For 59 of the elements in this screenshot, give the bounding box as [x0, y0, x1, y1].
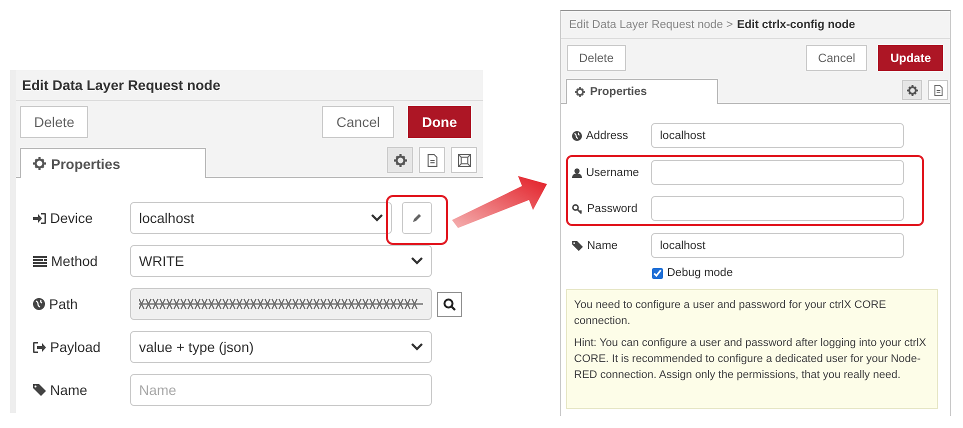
tag-icon	[33, 384, 46, 396]
globe-icon	[572, 130, 582, 140]
field-label: Name	[50, 382, 88, 398]
select-field[interactable]: WRITE	[130, 245, 432, 277]
gear-icon	[33, 157, 46, 170]
dialog-button[interactable]: Delete	[20, 106, 88, 138]
chevron-down-icon	[371, 214, 383, 222]
globe-icon	[33, 298, 45, 310]
primary-button[interactable]: Update	[878, 45, 943, 71]
dialog-title: Edit ctrlx-config node	[736, 18, 856, 30]
frame-icon	[458, 154, 470, 166]
field-label: Device	[50, 210, 93, 226]
select-field[interactable]: value + type (json)	[130, 331, 432, 363]
chevron-down-icon	[411, 343, 423, 351]
input-field[interactable]: localhost	[651, 233, 904, 258]
field-label: Name	[587, 240, 618, 252]
primary-button[interactable]: Done	[408, 106, 471, 138]
sign-out-icon	[33, 342, 46, 352]
edit-button[interactable]	[402, 202, 432, 234]
search-icon	[443, 298, 456, 310]
debug-checkbox[interactable]	[652, 268, 663, 278]
chevron-down-icon	[411, 257, 423, 265]
properties-tab[interactable]: Properties	[566, 79, 718, 104]
input-field[interactable]: localhost	[651, 123, 904, 148]
select-field[interactable]: localhost	[130, 202, 392, 234]
input-field[interactable]	[651, 160, 904, 185]
pencil-icon	[412, 213, 422, 223]
properties-tab[interactable]: Properties	[20, 148, 206, 178]
description-button[interactable]	[419, 147, 445, 173]
tag-icon	[572, 240, 583, 250]
field-label: Password	[587, 202, 638, 214]
path-field[interactable]	[130, 288, 432, 320]
gear-icon	[394, 154, 406, 166]
gear-icon	[575, 87, 585, 97]
hint-text: Hint: You can configure a user and password after logging into your ctrlX CORE. It is recommended to configure a dedicated user for your Node-RED connection. Assign only the permissions, that you really need.	[574, 336, 928, 383]
gear-icon	[906, 84, 918, 96]
appearance-button[interactable]	[451, 147, 477, 173]
settings-button[interactable]	[387, 147, 413, 173]
key-icon	[572, 204, 583, 214]
dialog-button[interactable]: Cancel	[806, 45, 868, 71]
sign-in-icon	[33, 212, 46, 224]
field-label: Payload	[50, 339, 101, 355]
input-field[interactable]	[651, 196, 904, 221]
settings-button[interactable]	[902, 80, 922, 100]
document-icon	[932, 84, 944, 96]
search-button[interactable]	[437, 292, 462, 316]
field-label: Address	[586, 130, 628, 142]
field-label: Method	[51, 253, 98, 269]
dialog-button[interactable]: Cancel	[322, 106, 394, 138]
hint-text: You need to configure a user and password for your ctrlX CORE connection.	[574, 298, 888, 329]
checkbox-label: Debug mode	[667, 267, 733, 279]
document-icon	[426, 154, 438, 166]
field-label: Path	[49, 296, 78, 312]
dialog-button[interactable]: Delete	[567, 45, 626, 71]
description-button[interactable]	[928, 80, 948, 100]
dialog-title: Edit Data Layer Request node	[22, 77, 220, 93]
field-label: Username	[586, 166, 640, 178]
list-icon	[33, 256, 47, 266]
user-icon	[572, 168, 582, 178]
